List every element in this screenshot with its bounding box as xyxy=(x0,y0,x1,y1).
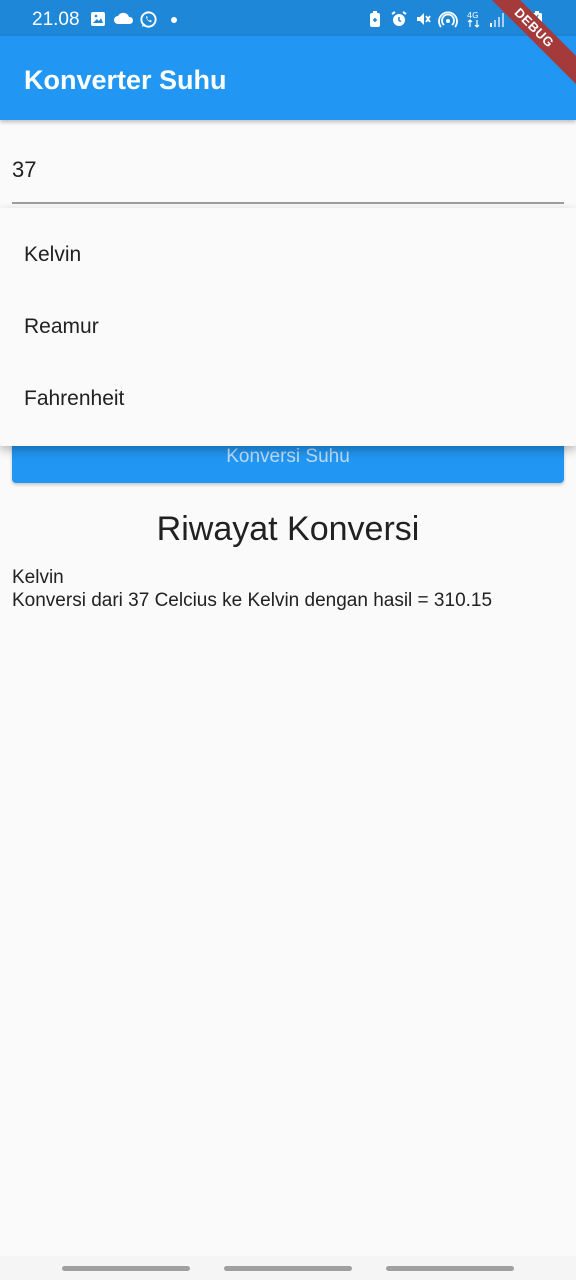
mute-icon xyxy=(417,13,431,25)
history-title: Riwayat Konversi xyxy=(156,510,420,548)
unit-dropdown-menu: Kelvin Reamur Fahrenheit xyxy=(0,208,576,446)
whatsapp-icon xyxy=(140,11,157,28)
status-bar: 21.08 4G xyxy=(0,0,576,36)
battery-saver-icon xyxy=(370,11,380,27)
hotspot-icon xyxy=(438,11,458,28)
4g-icon: 4G xyxy=(467,11,480,28)
dot-icon xyxy=(171,17,177,23)
app-bar: Konverter Suhu xyxy=(0,36,576,120)
nav-home-handle[interactable] xyxy=(224,1266,352,1271)
dropdown-option-reamur[interactable]: Reamur xyxy=(0,291,576,363)
dropdown-option-kelvin[interactable]: Kelvin xyxy=(0,219,576,291)
history-item-text: Konversi dari 37 Celcius ke Kelvin denga… xyxy=(12,590,493,611)
nav-back-handle[interactable] xyxy=(386,1266,514,1271)
input-underline xyxy=(12,202,564,204)
temperature-input[interactable] xyxy=(12,140,564,200)
history-item-unit: Kelvin xyxy=(12,567,64,588)
dropdown-option-fahrenheit[interactable]: Fahrenheit xyxy=(0,363,576,435)
nav-recents-handle[interactable] xyxy=(62,1266,190,1271)
svg-text:4G: 4G xyxy=(467,11,478,20)
alarm-icon xyxy=(391,11,407,26)
cloud-icon xyxy=(114,12,134,24)
image-icon xyxy=(91,12,105,26)
temperature-input-field[interactable] xyxy=(12,140,564,204)
system-nav-bar xyxy=(0,1256,576,1280)
status-time: 21.08 xyxy=(32,9,80,30)
signal-icon xyxy=(490,13,504,27)
app-title: Konverter Suhu xyxy=(24,65,227,95)
history-list-item: Kelvin Konversi dari 37 Celcius ke Kelvi… xyxy=(12,566,564,612)
